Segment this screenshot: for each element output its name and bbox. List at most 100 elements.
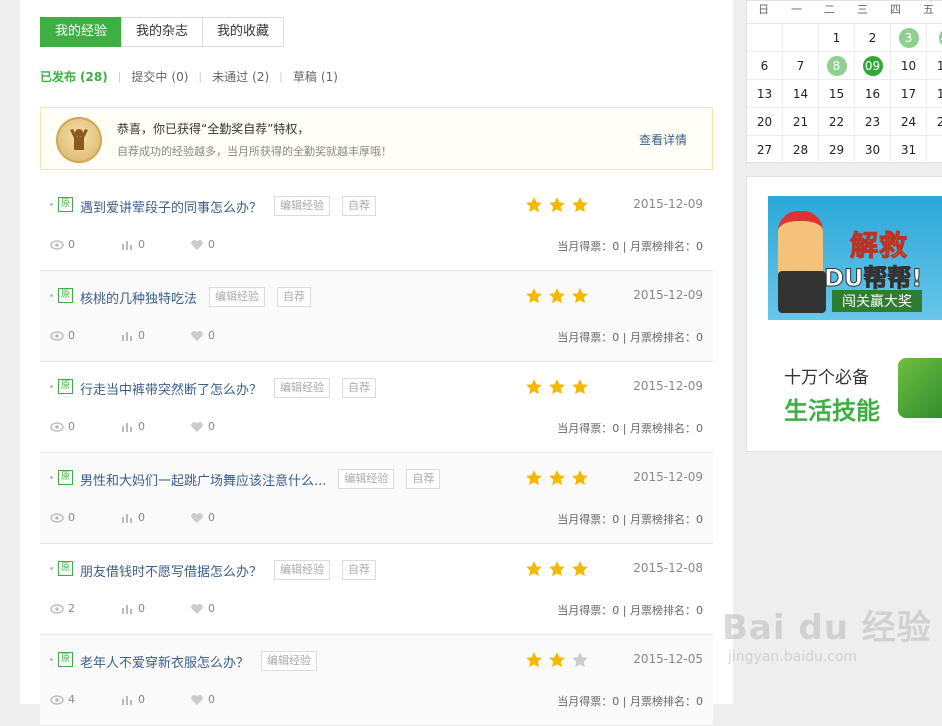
calendar-day (747, 24, 783, 52)
calendar-day[interactable]: 3 (891, 24, 927, 52)
calendar-day[interactable]: 18 (927, 80, 942, 108)
item-stats: 000 (50, 329, 260, 342)
list-item: 原老年人不爱穿新衣服怎么办？编辑经验2015-12-05400当月得票：0 | … (40, 635, 713, 726)
item-title-link[interactable]: 男性和大妈们一起跳广场舞应该注意什么... (80, 470, 326, 489)
calendar-day[interactable]: 14 (783, 80, 819, 108)
rating-stars (525, 287, 594, 305)
banner1-brand: DU帮帮! (824, 258, 922, 293)
calendar-day-number: 09 (863, 56, 883, 76)
self-recommend-button[interactable]: 自荐 (342, 378, 376, 398)
heart-icon (190, 421, 204, 433)
calendar-day[interactable]: 24 (891, 108, 927, 136)
item-stats: 000 (50, 511, 260, 524)
filter-separator: | (279, 70, 283, 83)
item-stats: 000 (50, 420, 260, 433)
calendar-day[interactable]: 21 (783, 108, 819, 136)
monthly-votes-text: 当月得票：0 | 月票榜排名：0 (557, 238, 703, 254)
calendar-day-number: 28 (791, 140, 811, 160)
promo-banner-life-skills[interactable]: 十万个必备 生活技能 (768, 353, 942, 433)
tab-favorites[interactable]: 我的收藏 (202, 17, 284, 47)
original-badge: 原 (58, 288, 73, 303)
self-recommend-button[interactable]: 自荐 (342, 196, 376, 216)
status-filter-bar: 已发布(28)|提交中(0)|未通过(2)|草稿(1) (40, 68, 338, 85)
filter-label: 已发布 (40, 70, 76, 84)
eye-icon (50, 512, 64, 524)
calendar-day-number: 10 (899, 56, 919, 76)
promo-banner-du-bangbang[interactable]: 解救 DU帮帮! 闯关赢大奖 (768, 196, 942, 320)
original-badge: 原 (58, 379, 73, 394)
tab-experience[interactable]: 我的经验 (40, 17, 122, 47)
calendar-day[interactable]: 29 (819, 136, 855, 164)
calendar-day[interactable]: 15 (819, 80, 855, 108)
calendar-day[interactable]: 1 (819, 24, 855, 52)
filter-pending[interactable]: 提交中(0) (131, 68, 188, 85)
list-item: 原行走当中裤带突然断了怎么办？编辑经验自荐2015-12-09000当月得票：0… (40, 362, 713, 453)
calendar-day[interactable]: 22 (819, 108, 855, 136)
calendar-day[interactable]: 13 (747, 80, 783, 108)
edit-experience-button[interactable]: 编辑经验 (274, 560, 330, 580)
calendar-day[interactable]: 2 (855, 24, 891, 52)
star-empty-icon (571, 651, 589, 669)
calendar-day[interactable]: 8 (819, 52, 855, 80)
edit-experience-button[interactable]: 编辑经验 (261, 651, 317, 671)
edit-experience-button[interactable]: 编辑经验 (209, 287, 265, 307)
bullet-dot (50, 658, 53, 661)
self-recommend-button[interactable]: 自荐 (406, 469, 440, 489)
item-title-link[interactable]: 行走当中裤带突然断了怎么办？ (80, 379, 262, 398)
item-title-link[interactable]: 朋友借钱时不愿写借据怎么办？ (80, 561, 262, 580)
privilege-notice: 恭喜，你已获得“全勤奖自荐”特权， 自荐成功的经验越多，当月所获得的全勤奖就越丰… (40, 107, 713, 170)
calendar-day[interactable]: 6 (747, 52, 783, 80)
item-title-link[interactable]: 遇到爱讲荤段子的同事怎么办？ (80, 197, 262, 216)
calendar-day[interactable]: 30 (855, 136, 891, 164)
calendar-day[interactable]: 20 (747, 108, 783, 136)
filter-published[interactable]: 已发布(28) (40, 68, 108, 85)
banner1-subtitle: 闯关赢大奖 (832, 290, 922, 312)
calendar-day[interactable]: 09 (855, 52, 891, 80)
calendar-day[interactable]: 25 (927, 108, 942, 136)
vote-count-stat: 0 (120, 511, 190, 524)
self-recommend-button[interactable]: 自荐 (277, 287, 311, 307)
item-date: 2015-12-09 (633, 197, 703, 211)
edit-experience-button[interactable]: 编辑经验 (274, 378, 330, 398)
edit-experience-button[interactable]: 编辑经验 (274, 196, 330, 216)
calendar-day[interactable]: 11 (927, 52, 942, 80)
vote-count-stat: 0 (120, 238, 190, 251)
monthly-votes-text: 当月得票：0 | 月票榜排名：0 (557, 602, 703, 618)
watermark-url: jingyan.baidu.com (728, 649, 932, 665)
calendar-day[interactable]: 17 (891, 80, 927, 108)
calendar-day-number: 17 (899, 84, 919, 104)
view-count: 0 (68, 329, 75, 342)
calendar-day[interactable]: 4 (927, 24, 942, 52)
filter-count: (1) (321, 70, 338, 84)
edit-experience-button[interactable]: 编辑经验 (338, 469, 394, 489)
monthly-votes-text: 当月得票：0 | 月票榜排名：0 (557, 511, 703, 527)
item-date: 2015-12-09 (633, 379, 703, 393)
calendar-day[interactable]: 7 (783, 52, 819, 80)
calendar-day[interactable]: 23 (855, 108, 891, 136)
tab-magazine[interactable]: 我的杂志 (121, 17, 203, 47)
view-count-stat: 4 (50, 693, 120, 706)
like-count: 0 (208, 602, 215, 615)
calendar-day-number: 14 (791, 84, 811, 104)
item-title-group: 老年人不爱穿新衣服怎么办？ 编辑经验 (80, 651, 317, 671)
banner2-line1: 十万个必备 (784, 363, 869, 388)
vote-count-stat: 0 (120, 602, 190, 615)
filter-draft[interactable]: 草稿(1) (293, 68, 338, 85)
calendar-day[interactable]: 27 (747, 136, 783, 164)
filter-count: (2) (252, 70, 269, 84)
rating-stars (525, 196, 594, 214)
baidu-watermark: Bai du 经验 jingyan.baidu.com (722, 600, 932, 665)
filter-rejected[interactable]: 未通过(2) (212, 68, 269, 85)
list-item: 原男性和大妈们一起跳广场舞应该注意什么...编辑经验自荐2015-12-0900… (40, 453, 713, 544)
calendar-day[interactable]: 31 (891, 136, 927, 164)
like-count-stat: 0 (190, 329, 260, 342)
calendar-day[interactable]: 16 (855, 80, 891, 108)
self-recommend-button[interactable]: 自荐 (342, 560, 376, 580)
calendar-day[interactable]: 10 (891, 52, 927, 80)
calendar-day[interactable]: 28 (783, 136, 819, 164)
calendar-day-number: 7 (791, 56, 811, 76)
view-details-link[interactable]: 查看详情 (639, 131, 687, 148)
original-badge: 原 (58, 561, 73, 576)
item-title-link[interactable]: 老年人不爱穿新衣服怎么办？ (80, 652, 249, 671)
item-title-link[interactable]: 核桃的几种独特吃法 (80, 288, 197, 307)
